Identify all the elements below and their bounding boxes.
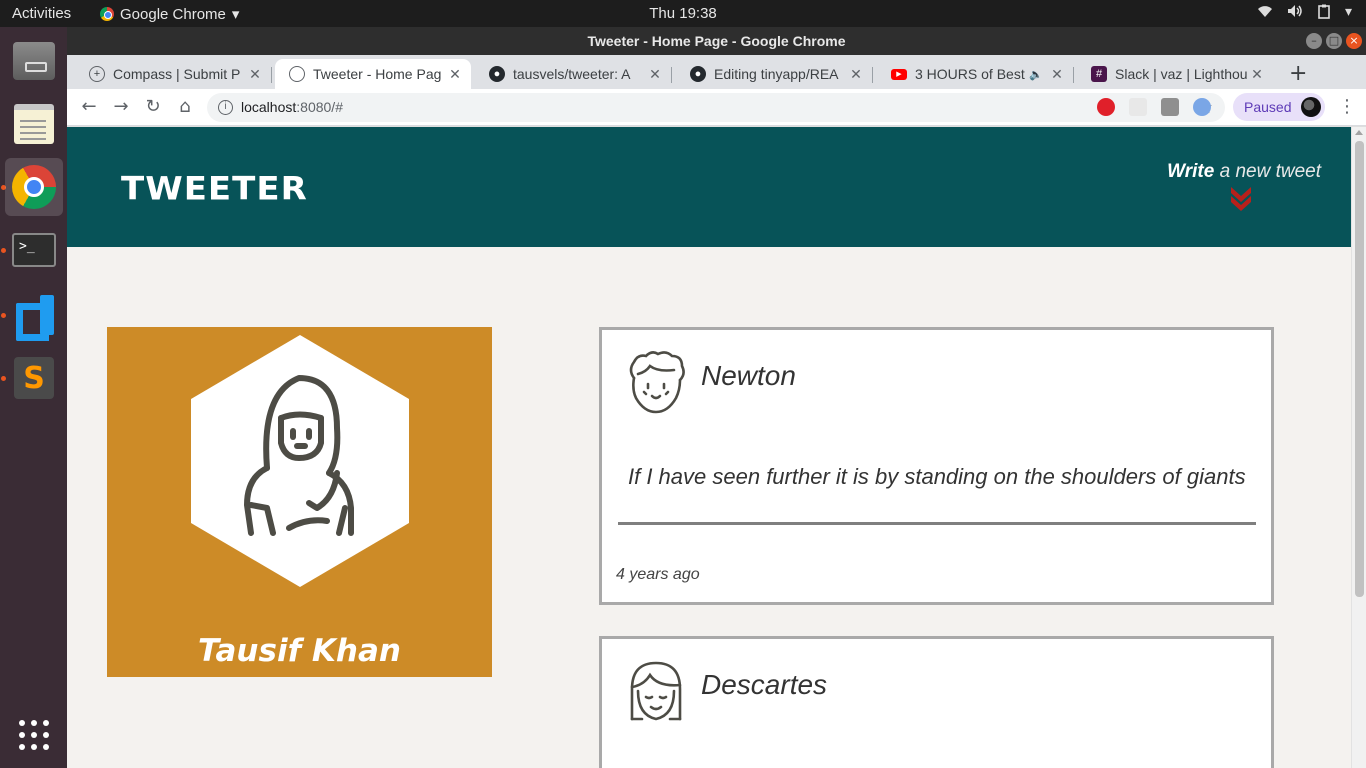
vscode-icon <box>12 293 56 337</box>
chevron-down-icon[interactable]: ▾ <box>1345 4 1352 23</box>
system-top-bar: Activities Google Chrome ▾ Thu 19:38 ▾ <box>0 0 1366 27</box>
site-info-icon[interactable]: i <box>218 100 233 115</box>
close-tab-icon[interactable]: ✕ <box>1249 66 1265 83</box>
back-button[interactable]: ← <box>78 96 100 118</box>
site-navbar: Tweeter Write a new tweet <box>67 127 1351 247</box>
chrome-launcher[interactable] <box>5 158 63 216</box>
system-tray[interactable]: ▾ <box>1257 4 1352 23</box>
dock: >_ S <box>0 27 67 768</box>
show-applications-button[interactable] <box>5 706 63 764</box>
app-grid-icon <box>19 720 49 750</box>
close-tab-icon[interactable]: ✕ <box>247 66 263 83</box>
new-tab-button[interactable]: + <box>1289 61 1307 86</box>
chrome-menu-button[interactable]: ⋮ <box>1338 96 1356 118</box>
compass-icon: + <box>89 66 105 82</box>
tab-title: tausvels/tweeter: A <box>513 66 631 82</box>
window-title: Tweeter - Home Page - Google Chrome <box>67 27 1366 55</box>
compose-tweet-link[interactable]: Write a new tweet <box>1167 161 1321 183</box>
github-icon: ● <box>489 66 505 82</box>
forward-button[interactable]: → <box>110 96 132 118</box>
tab-title: Slack | vaz | Lighthou <box>1115 66 1248 82</box>
app-menu-label: Google Chrome <box>120 5 226 23</box>
maximize-button[interactable]: □ <box>1326 33 1342 49</box>
camera-extension-icon[interactable] <box>1161 98 1179 116</box>
slack-icon: # <box>1091 66 1107 82</box>
audio-playing-icon[interactable]: 🔈 <box>1029 68 1043 81</box>
tab-title: Compass | Submit P <box>113 66 241 82</box>
browser-window: Tweeter - Home Page - Google Chrome – □ … <box>67 27 1366 768</box>
wifi-icon[interactable] <box>1257 4 1273 23</box>
tweet-card: Newton If I have seen further it is by s… <box>599 327 1274 605</box>
app-menu[interactable]: Google Chrome ▾ <box>100 5 239 23</box>
address-bar[interactable]: i localhost:8080/# ☆ <box>207 93 1225 122</box>
chrome-icon <box>100 7 114 21</box>
compose-bold-text: Write <box>1167 161 1215 182</box>
globe-icon <box>289 66 305 82</box>
tab-github-tinyapp[interactable]: ● Editing tinyapp/REA ✕ <box>676 59 873 89</box>
curly-hair-avatar-icon <box>629 351 685 414</box>
terminal-icon: >_ <box>12 233 56 267</box>
site-logo[interactable]: Tweeter <box>121 170 308 208</box>
chrome-icon <box>12 165 56 209</box>
scrollbar-thumb[interactable] <box>1355 141 1364 597</box>
close-tab-icon[interactable]: ✕ <box>848 66 864 83</box>
page-viewport: Tweeter Write a new tweet <box>67 127 1366 768</box>
window-controls: – □ × <box>1306 33 1362 49</box>
url-path: :8080/# <box>296 99 343 115</box>
close-tab-icon[interactable]: ✕ <box>1049 66 1065 83</box>
compose-text: a new tweet <box>1214 161 1321 182</box>
tweet-content: If I have seen further it is by standing… <box>628 464 1246 489</box>
profile-card: Tausif Khan <box>107 327 492 677</box>
close-tab-icon[interactable]: ✕ <box>647 66 663 83</box>
tweet-author: Newton <box>701 360 796 391</box>
terminal-launcher[interactable]: >_ <box>5 221 63 279</box>
text-editor-launcher[interactable] <box>5 95 63 153</box>
scroll-up-arrow[interactable] <box>1355 130 1363 135</box>
browser-toolbar: ← → ↻ ⌂ i localhost:8080/# ☆ Paused ⋮ <box>67 89 1366 126</box>
chevron-down-icon: ▾ <box>231 6 240 23</box>
reload-button[interactable]: ↻ <box>142 96 164 118</box>
tab-strip: + Compass | Submit P ✕ Tweeter - Home Pa… <box>67 55 1366 89</box>
close-window-button[interactable]: × <box>1346 33 1362 49</box>
profile-status: Paused <box>1244 99 1292 115</box>
activities-button[interactable]: Activities <box>12 5 71 22</box>
extension-icon[interactable] <box>1129 98 1147 116</box>
tweet-card: Descartes <box>599 636 1274 768</box>
sublime-icon: S <box>14 357 54 399</box>
clipboard-icon[interactable] <box>1317 4 1331 23</box>
profile-avatar <box>191 335 409 587</box>
tab-title: Tweeter - Home Pag <box>313 66 442 82</box>
tab-compass[interactable]: + Compass | Submit P ✕ <box>75 59 272 89</box>
vscode-launcher[interactable] <box>5 286 63 344</box>
bangs-avatar-icon <box>630 661 682 721</box>
text-editor-icon <box>14 104 54 144</box>
avatar <box>1301 97 1321 117</box>
profile-name: Tausif Khan <box>198 633 401 669</box>
divider <box>618 522 1256 525</box>
tweet-timestamp: 4 years ago <box>616 566 700 583</box>
sublime-launcher[interactable]: S <box>5 349 63 407</box>
minimize-button[interactable]: – <box>1306 33 1322 49</box>
github-icon: ● <box>690 66 706 82</box>
opera-extension-icon[interactable] <box>1097 98 1115 116</box>
tab-youtube[interactable]: ▶ 3 HOURS of Best 🔈 ✕ <box>877 59 1074 89</box>
close-tab-icon[interactable]: ✕ <box>447 66 463 83</box>
profile-button[interactable]: Paused <box>1233 93 1325 121</box>
files-launcher[interactable] <box>5 32 63 90</box>
youtube-icon: ▶ <box>891 68 907 80</box>
files-icon <box>13 42 55 80</box>
tab-github-tweeter[interactable]: ● tausvels/tweeter: A ✕ <box>475 59 672 89</box>
tab-slack[interactable]: # Slack | vaz | Lighthou ✕ <box>1077 59 1273 89</box>
volume-icon[interactable] <box>1287 4 1303 23</box>
home-button[interactable]: ⌂ <box>174 96 196 118</box>
tweet-author: Descartes <box>701 669 828 700</box>
page-scrollbar[interactable] <box>1351 127 1366 768</box>
double-chevron-down-icon[interactable] <box>1230 185 1252 213</box>
tab-title: 3 HOURS of Best <box>915 66 1025 82</box>
extension-icon[interactable] <box>1193 98 1211 116</box>
tab-tweeter[interactable]: Tweeter - Home Pag ✕ <box>275 59 471 89</box>
url-host: localhost <box>241 99 297 115</box>
tab-title: Editing tinyapp/REA <box>714 66 839 82</box>
